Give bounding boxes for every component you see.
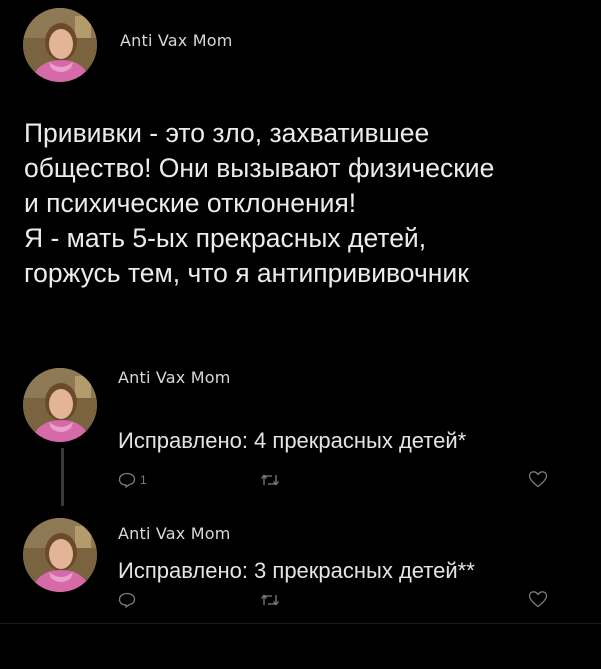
post-body: Прививки - это зло, захватившее общество… — [24, 116, 584, 291]
reply-text: Исправлено: 3 прекрасных детей** — [118, 558, 475, 583]
heart-icon — [528, 471, 548, 488]
post-line: горжусь тем, что я антипрививочник — [24, 258, 469, 288]
avatar[interactable] — [23, 368, 97, 442]
reply-button[interactable]: 1 — [118, 472, 147, 488]
heart-icon — [528, 591, 548, 608]
retweet-button[interactable] — [260, 472, 280, 488]
post-line: общество! Они вызывают физические — [24, 153, 495, 183]
reply-count: 1 — [140, 473, 147, 487]
divider — [0, 623, 601, 624]
post-line: и психические отклонения! — [24, 188, 357, 218]
post-line: Я - мать 5-ых прекрасных детей, — [24, 223, 427, 253]
reply-author[interactable]: Anti Vax Mom — [118, 368, 231, 387]
comment-icon — [118, 592, 136, 608]
woman-portrait-icon — [23, 368, 97, 442]
comment-icon — [118, 472, 136, 488]
retweet-icon — [261, 474, 279, 486]
thread-line — [61, 448, 64, 506]
post-line: Прививки - это зло, захватившее — [24, 118, 430, 148]
reply-text: Исправлено: 4 прекрасных детей* — [118, 428, 467, 453]
retweet-icon — [261, 594, 279, 606]
reply-button[interactable] — [118, 592, 140, 608]
reply-author[interactable]: Anti Vax Mom — [118, 524, 231, 543]
woman-portrait-icon — [23, 518, 97, 592]
avatar[interactable] — [23, 8, 97, 82]
like-button[interactable] — [528, 590, 548, 608]
avatar[interactable] — [23, 518, 97, 592]
woman-portrait-icon — [23, 8, 97, 82]
post-author[interactable]: Anti Vax Mom — [120, 31, 233, 50]
retweet-button[interactable] — [260, 592, 280, 608]
like-button[interactable] — [528, 470, 548, 488]
